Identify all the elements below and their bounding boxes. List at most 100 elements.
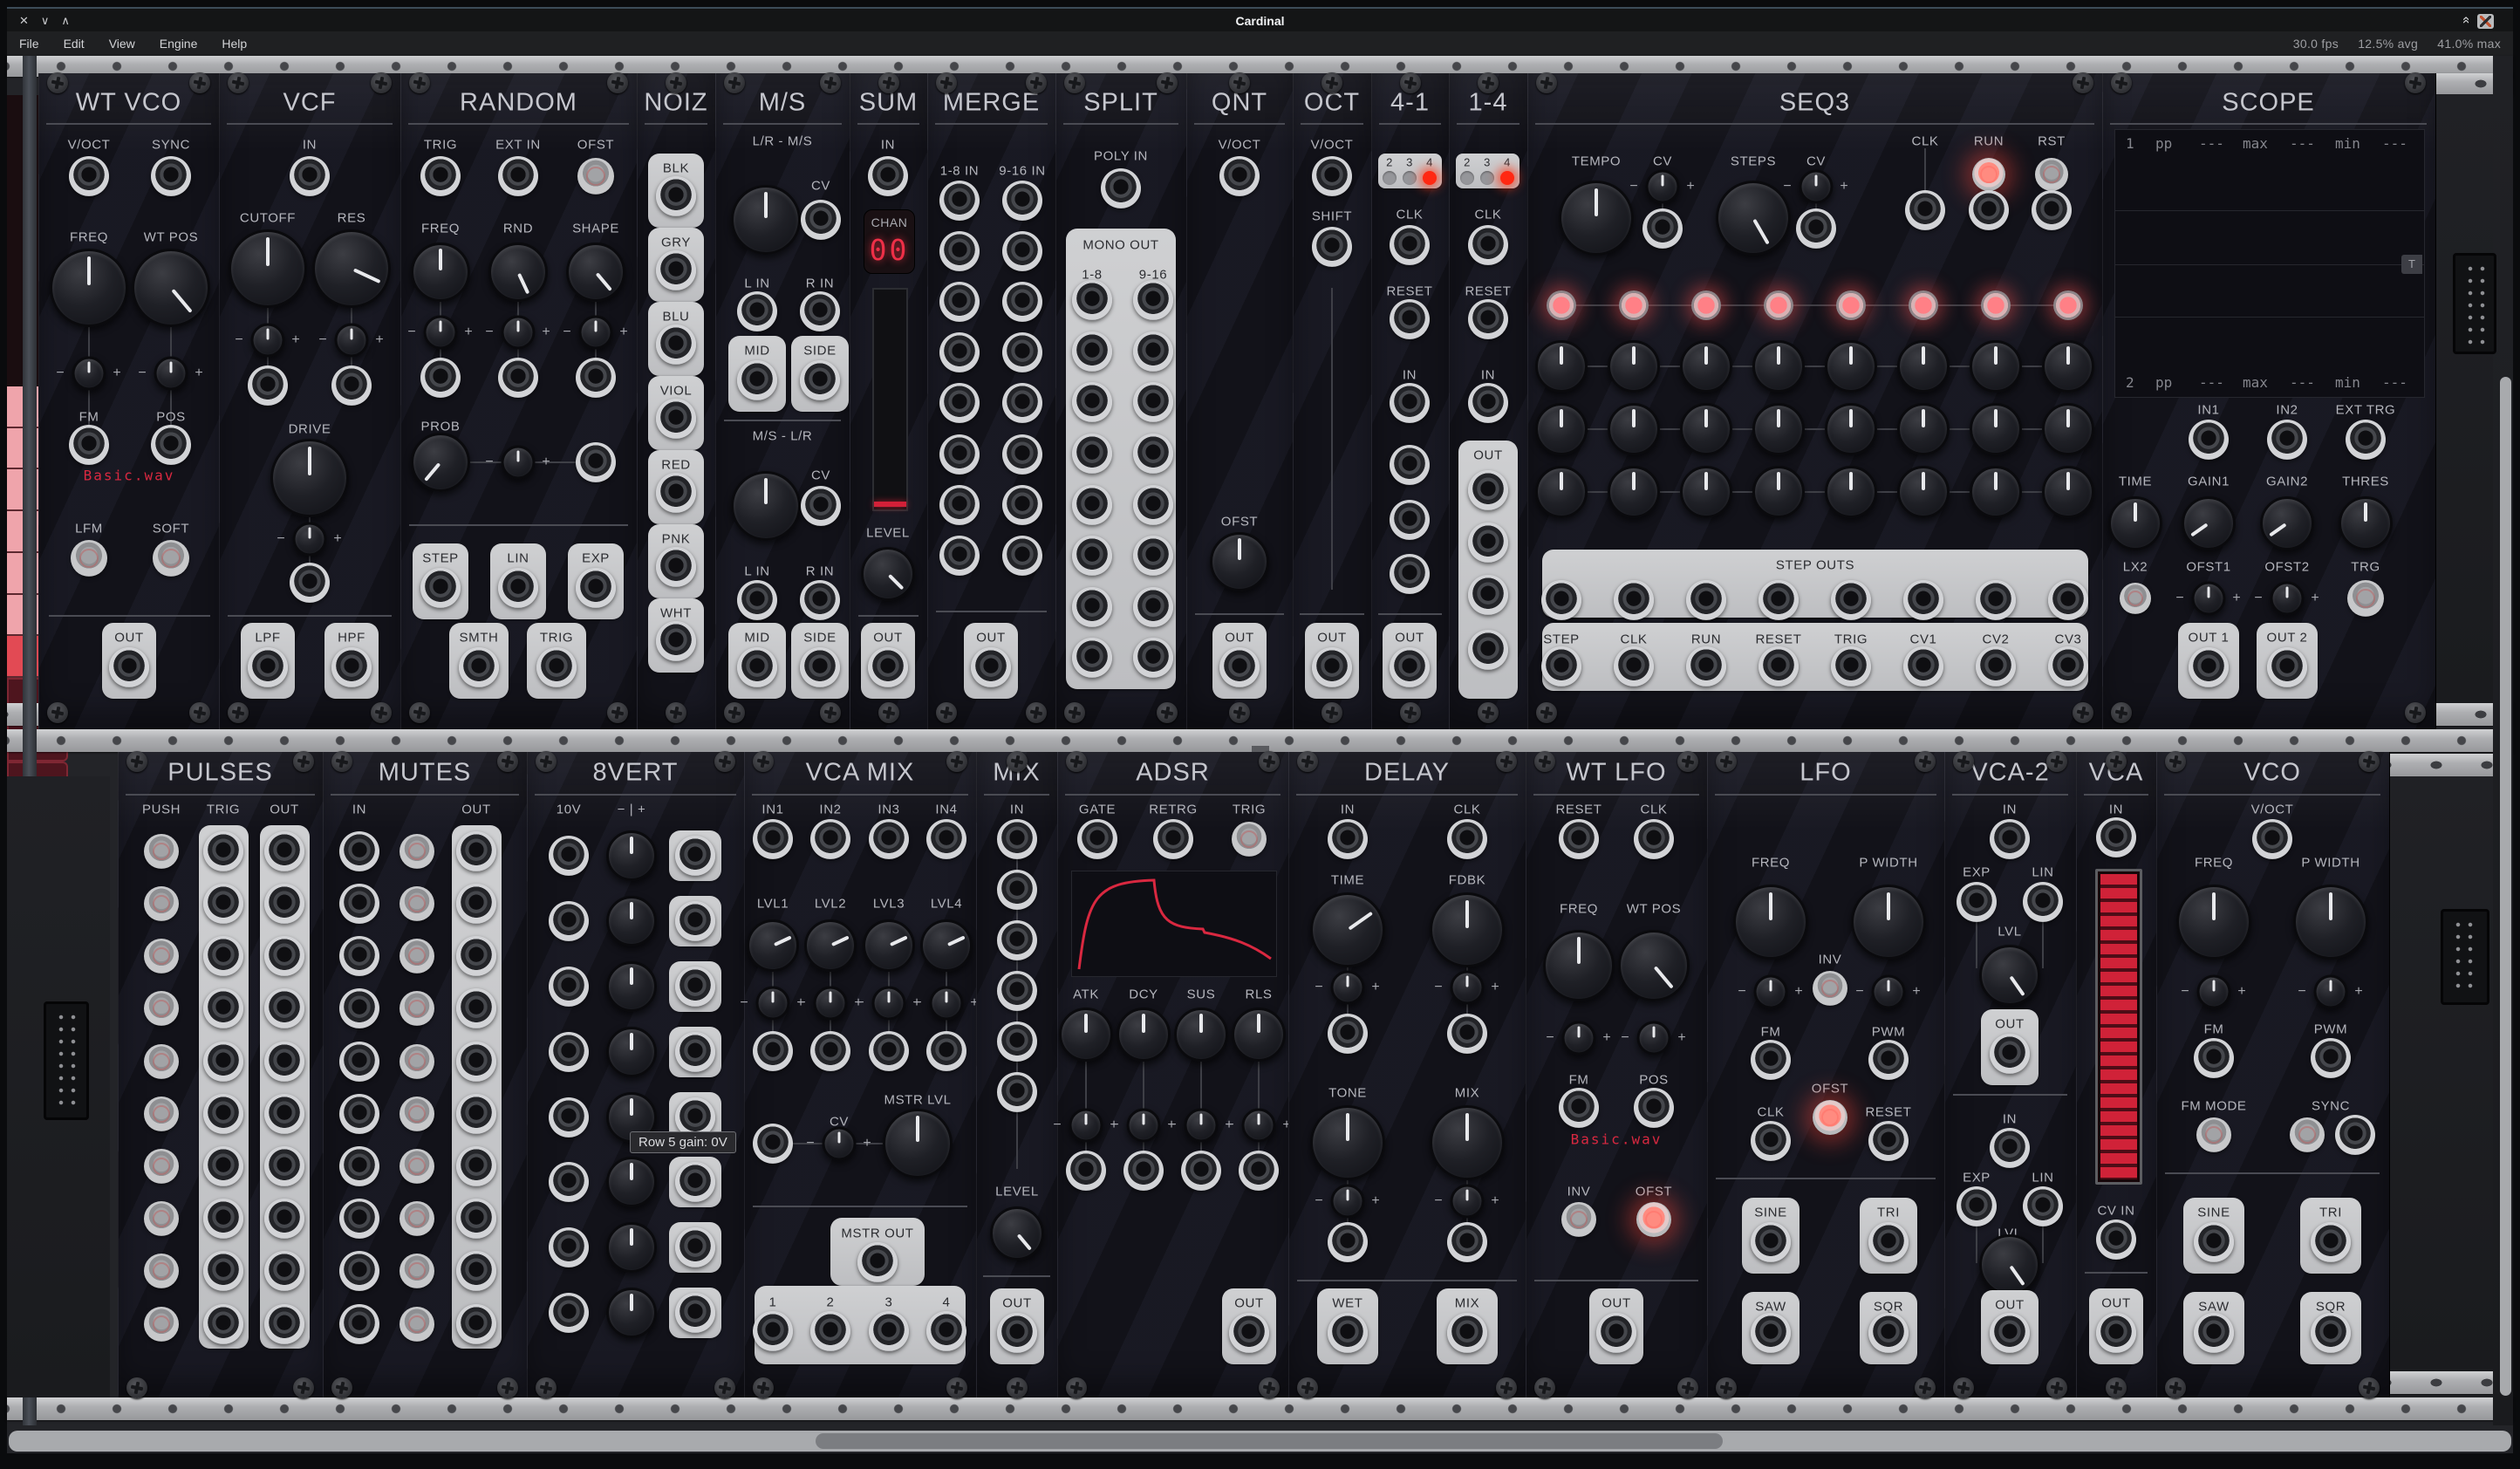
vert8-4-jack[interactable] xyxy=(549,967,589,1007)
mix-2-jack[interactable] xyxy=(997,870,1037,910)
random-21-jack[interactable] xyxy=(576,442,616,482)
pulses-11-button[interactable] xyxy=(144,1149,179,1184)
scope-14-knob[interactable] xyxy=(2339,496,2393,550)
seq3-31-knob[interactable] xyxy=(1897,340,1950,393)
vertical-scrollbar[interactable] xyxy=(2500,377,2511,1396)
seq3-30-knob[interactable] xyxy=(1825,340,1877,393)
random-20-trim-knob[interactable] xyxy=(502,446,536,480)
wht-output-jack[interactable] xyxy=(656,621,696,661)
m41-4-jack[interactable] xyxy=(1390,299,1430,339)
random-10-knob[interactable] xyxy=(488,243,548,302)
lfo-9-jack[interactable] xyxy=(1751,1040,1791,1080)
vco-9-jack[interactable] xyxy=(2194,1038,2234,1078)
sqr-output-jack[interactable] xyxy=(2311,1313,2351,1353)
pulses-25-jack[interactable] xyxy=(264,831,304,871)
split-14-jack[interactable] xyxy=(1133,331,1173,372)
delay-14-knob[interactable] xyxy=(1310,1105,1385,1180)
ms-2-knob[interactable] xyxy=(731,185,801,255)
vert8-19-output-jack[interactable] xyxy=(675,901,715,941)
scope-6-jack[interactable] xyxy=(2346,420,2386,460)
vert8-15-knob[interactable] xyxy=(606,1157,657,1207)
vcf-5-knob[interactable] xyxy=(312,229,391,308)
wet-output-jack[interactable] xyxy=(1328,1313,1368,1353)
out-1-output-jack[interactable] xyxy=(2189,647,2229,687)
seq3-44-knob[interactable] xyxy=(1680,466,1732,518)
scope-12-knob[interactable] xyxy=(2182,496,2236,550)
side-output-jack[interactable] xyxy=(800,647,840,687)
mutes-26-jack[interactable] xyxy=(456,988,496,1028)
random-13-trim-knob[interactable] xyxy=(502,316,536,350)
seq3-54-jack[interactable] xyxy=(1759,580,1799,620)
ms-6-jack[interactable] xyxy=(737,291,777,331)
mutes-10-jack[interactable] xyxy=(339,1199,379,1239)
wtlfo-17-button[interactable] xyxy=(1561,1202,1596,1237)
mutes-11-jack[interactable] xyxy=(339,1251,379,1291)
blu-output-jack[interactable] xyxy=(656,325,696,365)
random-19-knob[interactable] xyxy=(411,433,470,492)
seq3-21-led-button[interactable] xyxy=(1764,290,1793,320)
seq3-42-knob[interactable] xyxy=(1535,466,1588,518)
vcamix-16-trim-knob[interactable] xyxy=(756,987,790,1021)
mix-8-knob[interactable] xyxy=(990,1206,1044,1261)
viol-output-jack[interactable] xyxy=(656,399,696,439)
split-5-jack[interactable] xyxy=(1072,280,1112,320)
vcf-6-trim-knob[interactable] xyxy=(251,324,285,358)
seq3-43-knob[interactable] xyxy=(1608,466,1660,518)
vert8-12-knob[interactable] xyxy=(606,961,657,1012)
pulses-14-button[interactable] xyxy=(144,1307,179,1342)
seq3-56-jack[interactable] xyxy=(1903,580,1943,620)
red-output-jack[interactable] xyxy=(656,473,696,513)
vert8-11-knob[interactable] xyxy=(606,896,657,946)
lfo-5-trim-knob[interactable] xyxy=(1872,975,1906,1009)
vco-4-knob[interactable] xyxy=(2176,885,2251,960)
seq3-14-button[interactable] xyxy=(2035,158,2068,191)
adsr-3-jack[interactable] xyxy=(1077,819,1117,859)
seq3-58-jack[interactable] xyxy=(2048,580,2088,620)
wtvco-17-button[interactable] xyxy=(71,540,107,577)
vert8-24-output-jack[interactable] xyxy=(675,1227,715,1267)
random-17-jack[interactable] xyxy=(576,358,616,398)
vca2-11-jack[interactable] xyxy=(1990,1128,2030,1168)
vcf-12-trim-knob[interactable] xyxy=(293,523,327,557)
vcamix-12-knob[interactable] xyxy=(747,919,799,972)
merge-6-jack[interactable] xyxy=(939,383,980,423)
split-7-jack[interactable] xyxy=(1072,382,1112,422)
scope-16-button[interactable] xyxy=(2120,583,2151,614)
out-output-jack[interactable] xyxy=(1229,1313,1269,1353)
split-1-jack[interactable] xyxy=(1101,168,1141,208)
seq3-55-jack[interactable] xyxy=(1831,580,1871,620)
pulses-31-jack[interactable] xyxy=(264,1146,304,1186)
delay-7-knob[interactable] xyxy=(1430,892,1505,967)
adsr-14-knob[interactable] xyxy=(1232,1008,1286,1062)
seq3-41-knob[interactable] xyxy=(2042,403,2094,455)
seq3-23-led-button[interactable] xyxy=(1909,290,1938,320)
lfo-17-jack[interactable] xyxy=(1868,1121,1909,1161)
mutes-31-jack[interactable] xyxy=(456,1251,496,1291)
merge-14-jack[interactable] xyxy=(1002,383,1042,423)
out-output-jack[interactable] xyxy=(1219,647,1260,687)
wtvco-6-knob[interactable] xyxy=(50,249,128,327)
vcamix-6-jack[interactable] xyxy=(869,819,909,859)
seq3-25-led-button[interactable] xyxy=(2053,290,2083,320)
seq3-69-jack[interactable] xyxy=(1614,646,1654,687)
oct-3-jack[interactable] xyxy=(1312,227,1352,267)
vco-1-jack[interactable] xyxy=(2252,819,2292,859)
smth-output-jack[interactable] xyxy=(459,647,499,687)
scope-20-trim-knob[interactable] xyxy=(2271,582,2305,616)
out-output-jack[interactable] xyxy=(1596,1313,1636,1353)
seq3-2-knob[interactable] xyxy=(1559,181,1634,256)
adsr-22-jack[interactable] xyxy=(1239,1151,1279,1191)
m14-2-jack[interactable] xyxy=(1468,225,1508,265)
seq3-47-knob[interactable] xyxy=(1897,466,1950,518)
vca-4-jack[interactable] xyxy=(2096,1220,2136,1260)
m41-6-jack[interactable] xyxy=(1390,383,1430,423)
mid-output-jack[interactable] xyxy=(737,360,777,400)
mix-output-jack[interactable] xyxy=(1447,1313,1487,1353)
seq3-71-jack[interactable] xyxy=(1759,646,1799,687)
mutes-32-jack[interactable] xyxy=(456,1304,496,1344)
delay-18-jack[interactable] xyxy=(1328,1222,1368,1262)
adsr-12-knob[interactable] xyxy=(1117,1008,1171,1062)
vco-16-jack[interactable] xyxy=(2335,1115,2375,1155)
mutes-7-jack[interactable] xyxy=(339,1042,379,1082)
lpf-output-jack[interactable] xyxy=(248,647,288,687)
